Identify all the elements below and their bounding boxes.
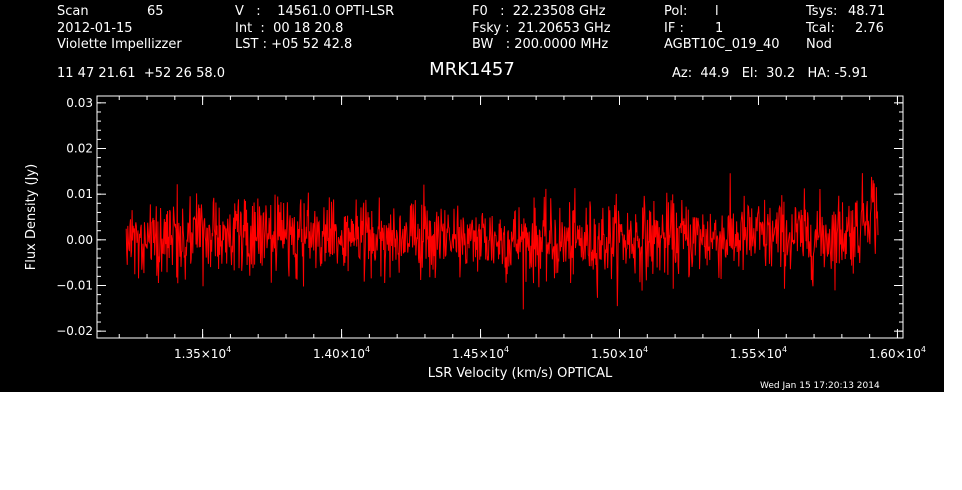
x-tick-label-exponent: 4 (226, 345, 231, 354)
x-tick-label-mantissa: 1.35×10 (174, 347, 226, 361)
x-axis-label: LSR Velocity (km/s) OPTICAL (428, 366, 613, 381)
x-tick-label: 1.40×104 (313, 345, 370, 361)
x-tick-label-exponent: 4 (365, 345, 370, 354)
y-tick-label: 0.03 (66, 96, 93, 110)
y-tick-label: 0.01 (66, 187, 93, 201)
gbtidl-plot-panel: Scan 65 2012-01-15 Violette Impellizzer … (0, 0, 944, 392)
x-tick-label-mantissa: 1.40×10 (313, 347, 365, 361)
x-tick-label: 1.35×104 (174, 345, 231, 361)
x-tick-label-exponent: 4 (921, 345, 926, 354)
y-axis-label: Flux Density (Jy) (24, 164, 39, 270)
x-tick-label: 1.60×104 (869, 345, 926, 361)
x-tick-label-exponent: 4 (782, 345, 787, 354)
x-tick-label: 1.45×104 (452, 345, 509, 361)
x-tick-label: 1.55×104 (730, 345, 787, 361)
x-tick-label-mantissa: 1.60×10 (869, 347, 921, 361)
y-tick-label: −0.01 (56, 278, 93, 292)
spectrum-line (125, 173, 879, 310)
x-tick-label-exponent: 4 (504, 345, 509, 354)
x-tick-label: 1.50×104 (591, 345, 648, 361)
x-tick-label-mantissa: 1.50×10 (591, 347, 643, 361)
y-tick-label: −0.02 (56, 324, 93, 338)
x-tick-label-exponent: 4 (643, 345, 648, 354)
plot-timestamp: Wed Jan 15 17:20:13 2014 (760, 381, 880, 391)
x-tick-label-mantissa: 1.45×10 (452, 347, 504, 361)
x-tick-label-mantissa: 1.55×10 (730, 347, 782, 361)
y-tick-label: 0.02 (66, 142, 93, 156)
y-tick-label: 0.00 (66, 233, 93, 247)
spectrum-chart: 1.35×104 1.40×104 1.45×104 1.50×104 1.55×104… (24, 95, 926, 381)
